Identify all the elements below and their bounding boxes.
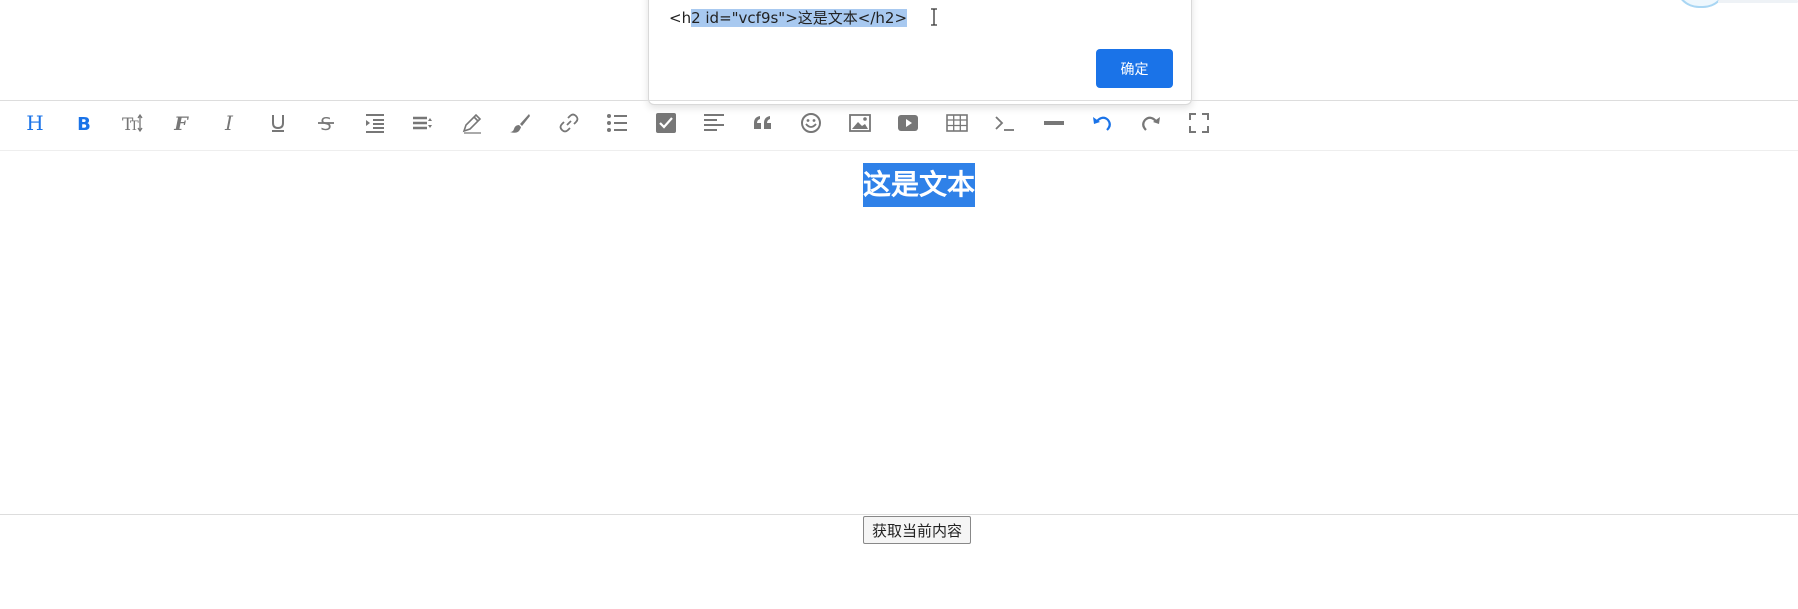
header-icon: H — [24, 111, 46, 139]
font-family-icon: F — [170, 112, 192, 139]
dialog-message-prefix: <h — [669, 9, 692, 27]
dialog-message[interactable]: <h2 id="vcf9s">这是文本</h2> — [669, 6, 908, 30]
indent-button[interactable] — [351, 106, 400, 146]
svg-text:B: B — [77, 114, 91, 134]
fullscreen-button[interactable] — [1175, 106, 1224, 146]
underline-button[interactable] — [254, 106, 303, 146]
image-button[interactable] — [836, 106, 885, 146]
quote-icon — [752, 112, 774, 139]
todo-button[interactable] — [642, 106, 691, 146]
quote-button[interactable] — [739, 106, 788, 146]
editor-toolbar: H B TT F I S — [0, 101, 1798, 151]
svg-text:H: H — [27, 112, 44, 134]
table-icon — [945, 112, 968, 139]
bold-icon: B — [73, 112, 95, 139]
emoticon-icon — [800, 112, 822, 139]
justify-icon — [703, 112, 725, 139]
underline-icon — [267, 112, 289, 139]
undo-button[interactable] — [1078, 106, 1127, 146]
strikethrough-button[interactable]: S — [302, 106, 351, 146]
font-family-button[interactable]: F — [157, 106, 206, 146]
alert-dialog: <h2 id="vcf9s">这是文本</h2> 确定 — [648, 0, 1192, 105]
link-button[interactable] — [545, 106, 594, 146]
italic-icon: I — [218, 111, 240, 139]
list-button[interactable] — [593, 106, 642, 146]
redo-icon — [1140, 112, 1162, 139]
font-size-button[interactable]: TT — [108, 106, 157, 146]
todo-icon — [655, 112, 677, 139]
table-button[interactable] — [933, 106, 982, 146]
video-button[interactable] — [884, 106, 933, 146]
line-height-icon — [412, 112, 434, 139]
bold-button[interactable]: B — [60, 106, 109, 146]
background-color-icon — [509, 112, 531, 139]
undo-icon — [1091, 112, 1113, 139]
text-cursor-icon — [931, 8, 937, 26]
background-color-button[interactable] — [496, 106, 545, 146]
ok-button[interactable]: 确定 — [1096, 49, 1173, 88]
justify-button[interactable] — [690, 106, 739, 146]
list-icon — [606, 112, 628, 139]
editor-content[interactable]: 这是文本 — [0, 151, 1798, 514]
code-button[interactable] — [981, 106, 1030, 146]
header-button[interactable]: H — [11, 106, 60, 146]
line-height-button[interactable] — [399, 106, 448, 146]
split-line-button[interactable] — [1030, 106, 1079, 146]
link-icon — [558, 112, 580, 139]
split-line-icon — [1043, 112, 1065, 139]
video-icon — [897, 112, 919, 139]
header-edge — [1718, 0, 1798, 3]
italic-button[interactable]: I — [205, 106, 254, 146]
dialog-message-selected: 2 id="vcf9s">这是文本</h2> — [691, 9, 908, 27]
text-color-button[interactable] — [448, 106, 497, 146]
image-icon — [848, 112, 871, 139]
selected-heading[interactable]: 这是文本 — [863, 163, 976, 207]
get-content-button[interactable]: 获取当前内容 — [863, 516, 972, 544]
emoticon-button[interactable] — [787, 106, 836, 146]
text-color-icon — [461, 112, 483, 139]
fullscreen-icon — [1188, 112, 1210, 139]
redo-button[interactable] — [1127, 106, 1176, 146]
font-size-icon: TT — [121, 112, 143, 139]
svg-text:S: S — [321, 114, 332, 134]
indent-icon — [364, 112, 386, 139]
code-icon — [994, 112, 1016, 139]
svg-text:T: T — [130, 119, 139, 134]
strikethrough-icon: S — [315, 112, 337, 139]
svg-text:F: F — [173, 113, 189, 134]
rich-text-editor: H B TT F I S 这是文本 — [0, 100, 1798, 515]
svg-text:I: I — [224, 112, 234, 134]
